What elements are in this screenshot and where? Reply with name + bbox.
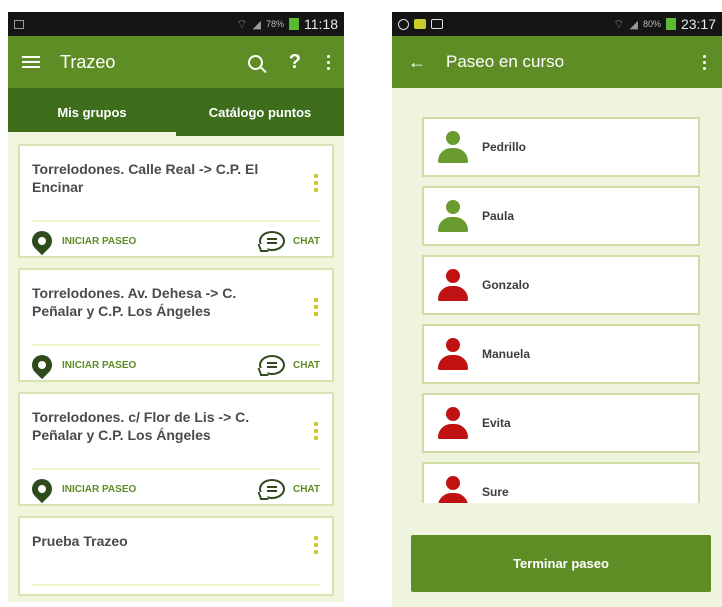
more-options-icon[interactable] [314, 298, 318, 316]
group-title: Torrelodones. Av. Dehesa -> C. Peñalar y… [32, 285, 237, 319]
search-icon[interactable] [247, 54, 263, 70]
group-card[interactable]: Torrelodones. Av. Dehesa -> C. Peñalar y… [18, 268, 334, 382]
start-walk-button[interactable]: INICIAR PASEO [27, 350, 137, 380]
group-title: Prueba Trazeo [32, 533, 128, 549]
app-title: Trazeo [60, 51, 116, 72]
signal-icon: ◢ [252, 18, 261, 31]
card-divider [32, 344, 320, 346]
chat-bubble-icon [258, 231, 285, 251]
card-divider [32, 584, 320, 594]
back-arrow-icon[interactable]: ← [408, 52, 426, 73]
finish-walk-button[interactable]: Terminar paseo [411, 535, 711, 592]
more-options-icon[interactable] [314, 536, 318, 554]
wifi-icon: ⌔ [236, 16, 248, 31]
card-divider [32, 220, 320, 222]
participant-name: Paula [482, 209, 515, 223]
start-walk-button[interactable]: INICIAR PASEO [27, 226, 137, 256]
participant-item[interactable]: Manuela [422, 324, 700, 384]
participant-item[interactable]: Evita [422, 393, 700, 453]
chat-label: CHAT [292, 483, 320, 495]
participant-item[interactable]: Pedrillo [422, 117, 700, 177]
chat-button[interactable]: CHAT [258, 231, 320, 251]
app-bar: Trazeo ? [8, 36, 344, 88]
right-phone-screen: ⌔ ◢ 80% 23:17 ← Paseo en curso Pedrillo … [392, 12, 722, 607]
hamburger-menu-icon[interactable] [22, 56, 40, 68]
participant-list: Pedrillo Paula Gonzalo Manuela Evita Sur… [422, 117, 700, 503]
battery-percent: 80% [642, 19, 661, 29]
participant-name: Manuela [482, 347, 531, 361]
group-list: Torrelodones. Calle Real -> C.P. El Enci… [8, 136, 344, 596]
group-title: Torrelodones. Calle Real -> C.P. El Enci… [32, 161, 259, 195]
tab-bar: Mis grupos Catálogo puntos [8, 88, 344, 136]
chat-label: CHAT [292, 235, 320, 247]
more-options-icon[interactable] [314, 174, 318, 192]
group-card[interactable]: Prueba Trazeo [18, 516, 334, 596]
location-pin-icon [27, 226, 57, 256]
battery-icon [665, 18, 676, 30]
message-notification-icon [414, 19, 426, 29]
location-pin-icon [27, 474, 57, 504]
status-bar: ⌔ ◢ 78% 11:18 [8, 12, 344, 36]
person-icon [438, 338, 468, 370]
status-time: 11:18 [304, 16, 338, 32]
participant-name: Gonzalo [482, 278, 530, 292]
group-title: Torrelodones. c/ Flor de Lis -> C. Peñal… [32, 409, 250, 443]
chat-button[interactable]: CHAT [258, 355, 320, 375]
wifi-icon: ⌔ [613, 16, 625, 31]
person-icon [438, 200, 468, 232]
status-time: 23:17 [680, 16, 716, 32]
group-card[interactable]: Torrelodones. c/ Flor de Lis -> C. Peñal… [18, 392, 334, 506]
more-options-icon[interactable] [314, 422, 318, 440]
overflow-menu-icon[interactable] [703, 54, 706, 70]
participant-item[interactable]: Gonzalo [422, 255, 700, 315]
person-icon [438, 269, 468, 301]
participant-item[interactable]: Paula [422, 186, 700, 246]
signal-icon: ◢ [629, 18, 638, 31]
start-walk-label: INICIAR PASEO [62, 483, 137, 495]
card-divider [32, 468, 320, 470]
location-status-icon [398, 18, 409, 30]
tab-catalogo-puntos[interactable]: Catálogo puntos [176, 88, 344, 136]
start-walk-label: INICIAR PASEO [62, 359, 137, 371]
help-icon[interactable]: ? [289, 51, 301, 74]
person-icon [438, 407, 468, 439]
chat-bubble-icon [258, 355, 285, 375]
participant-item[interactable]: Sure [422, 462, 700, 503]
notification-icon [14, 19, 24, 29]
group-card[interactable]: Torrelodones. Calle Real -> C.P. El Enci… [18, 144, 334, 258]
tab-mis-grupos[interactable]: Mis grupos [8, 88, 176, 136]
app-bar: ← Paseo en curso [392, 36, 722, 88]
start-walk-button[interactable]: INICIAR PASEO [27, 474, 137, 504]
screen-title: Paseo en curso [446, 52, 565, 71]
left-phone-screen: ⌔ ◢ 78% 11:18 Trazeo ? Mis grupos Catálo… [8, 12, 344, 602]
start-walk-label: INICIAR PASEO [62, 235, 137, 247]
participant-name: Evita [482, 416, 511, 430]
person-icon [438, 476, 468, 503]
battery-icon [289, 18, 299, 30]
overflow-menu-icon[interactable] [327, 54, 330, 70]
chat-button[interactable]: CHAT [258, 479, 320, 499]
participant-name: Sure [482, 485, 509, 499]
participant-name: Pedrillo [482, 140, 527, 154]
person-icon [438, 131, 468, 163]
status-bar: ⌔ ◢ 80% 23:17 [392, 12, 722, 36]
chat-bubble-icon [258, 479, 285, 499]
chat-label: CHAT [292, 359, 320, 371]
location-pin-icon [27, 350, 57, 380]
image-notification-icon [431, 19, 443, 29]
battery-percent: 78% [265, 19, 284, 29]
